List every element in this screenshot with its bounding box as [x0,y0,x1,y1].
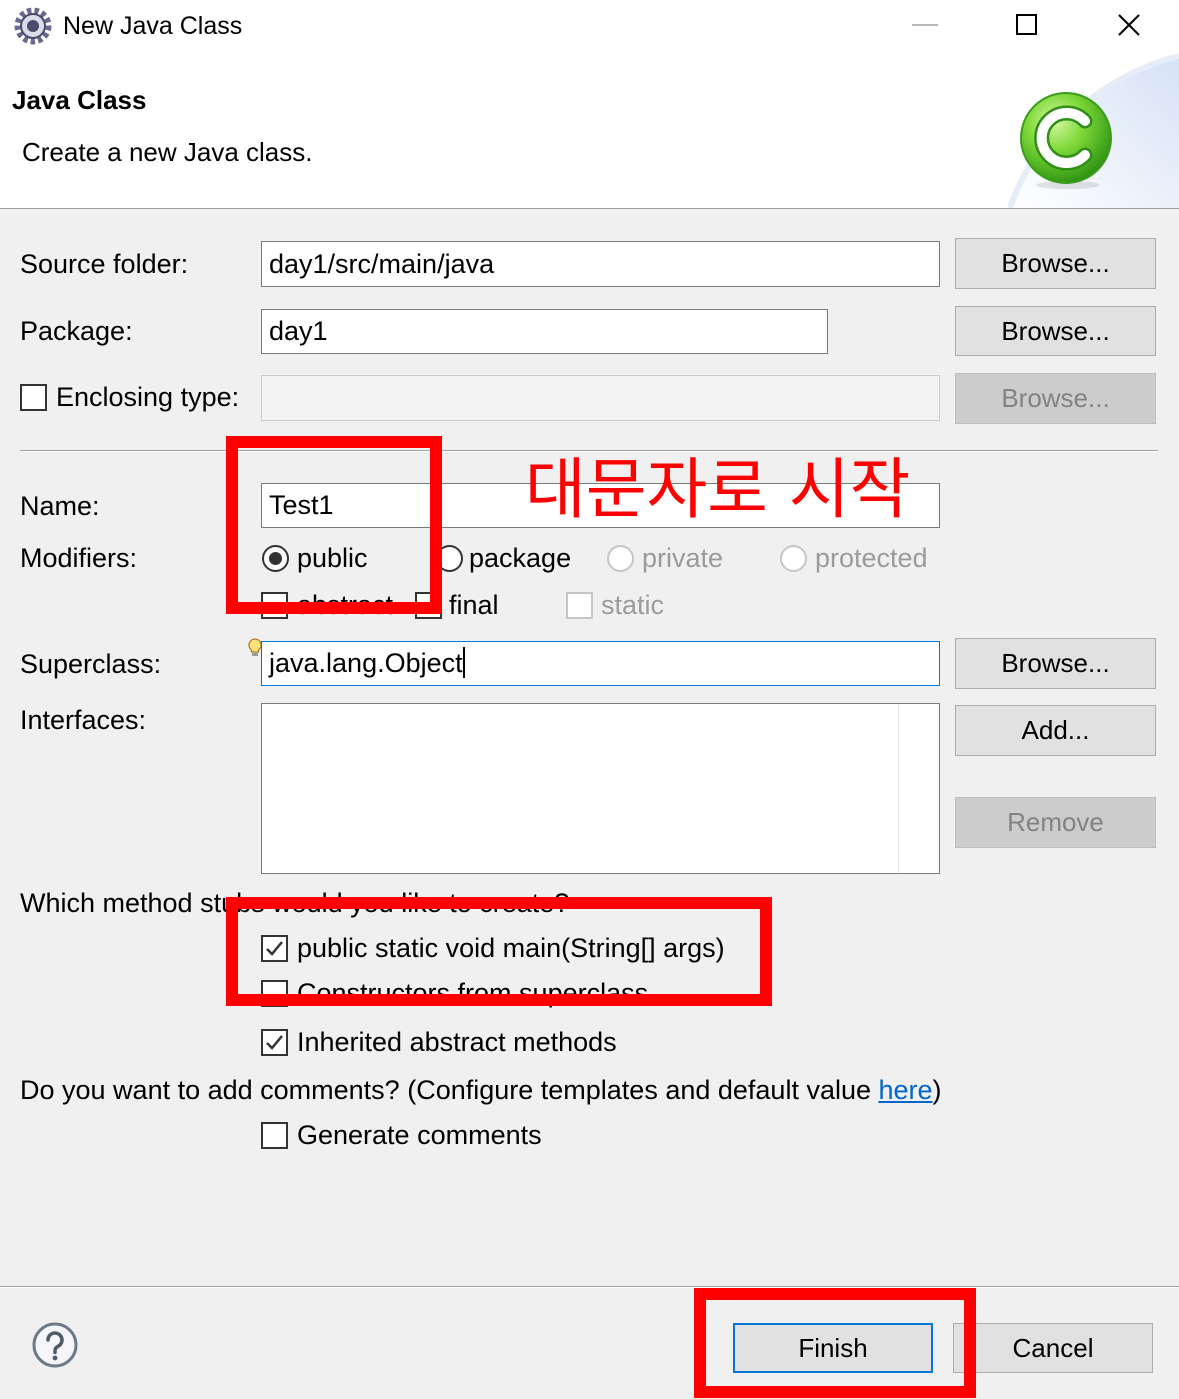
modifier-protected-radio-button [780,544,807,572]
source-folder-label: Source folder: [20,249,189,279]
enclosing-type-browse-button: Browse... [955,373,1156,424]
package-label: Package: [20,316,133,346]
stub-inherited-checkbox-box[interactable] [261,1028,288,1056]
header-separator [0,208,1179,209]
superclass-value: java.lang.Object [269,648,463,678]
stub-inherited-label: Inherited abstract methods [297,1026,617,1057]
remove-interface-button: Remove [955,797,1156,848]
text-cursor [462,647,465,679]
name-label: Name: [20,491,100,521]
footer-separator-highlight [0,1287,1179,1288]
help-icon[interactable] [31,1321,79,1369]
modifier-private-radio: private [607,540,723,576]
enclosing-type-checkbox-box[interactable] [20,383,47,411]
annotation-note: 대문자로 시작 [525,451,911,528]
enclosing-type-input [261,375,940,421]
maximize-icon[interactable] [1016,14,1037,35]
close-icon[interactable] [1117,13,1141,37]
interfaces-list[interactable] [261,703,940,874]
comments-question-suffix: ) [932,1075,942,1105]
comments-question-text: Do you want to add comments? (Configure … [20,1075,879,1105]
superclass-label: Superclass: [20,649,162,679]
configure-templates-link[interactable]: here [879,1075,933,1105]
enclosing-type-checkbox[interactable]: Enclosing type: [20,379,239,415]
modifier-static-checkbox-box [566,591,593,619]
eclipse-app-icon [14,7,52,45]
package-input[interactable]: day1 [261,309,828,354]
modifier-package-radio[interactable]: package [436,540,571,576]
cancel-button[interactable]: Cancel [953,1323,1153,1373]
interfaces-label: Interfaces: [20,705,147,735]
stub-inherited-checkbox[interactable]: Inherited abstract methods [261,1024,617,1060]
add-interface-button[interactable]: Add... [955,705,1156,756]
source-folder-input[interactable]: day1/src/main/java [261,241,940,287]
page-title: Java Class [12,85,147,115]
package-browse-button[interactable]: Browse... [955,306,1156,356]
modifier-protected-label: protected [815,542,928,573]
annotation-box-name-modifier [226,436,442,614]
comments-question: Do you want to add comments? (Configure … [20,1072,942,1108]
modifier-package-label: package [469,542,572,573]
annotation-box-finish [694,1288,976,1398]
window-title: New Java Class [63,12,243,40]
superclass-input[interactable]: java.lang.Object [261,641,940,686]
modifier-private-radio-button [607,544,634,572]
package-value: day1 [269,316,328,346]
modifiers-label: Modifiers: [20,543,138,573]
annotation-box-main-method [226,897,772,1006]
modifier-static-checkbox: static [566,587,664,623]
enclosing-type-label: Enclosing type: [56,381,240,412]
generate-comments-checkbox[interactable]: Generate comments [261,1117,542,1153]
modifier-private-label: private [642,542,724,573]
minimize-icon[interactable] [912,24,938,26]
source-folder-value: day1/src/main/java [269,249,495,279]
modifier-protected-radio: protected [780,540,928,576]
superclass-browse-button[interactable]: Browse... [955,638,1156,689]
modifier-static-label: static [601,589,665,620]
generate-comments-checkbox-box[interactable] [261,1121,288,1149]
source-folder-browse-button[interactable]: Browse... [955,238,1156,289]
modifier-final-label: final [449,589,499,620]
interfaces-list-column-divider [898,704,899,873]
generate-comments-label: Generate comments [297,1119,542,1150]
new-java-class-icon [1020,92,1112,189]
page-description: Create a new Java class. [22,137,313,167]
